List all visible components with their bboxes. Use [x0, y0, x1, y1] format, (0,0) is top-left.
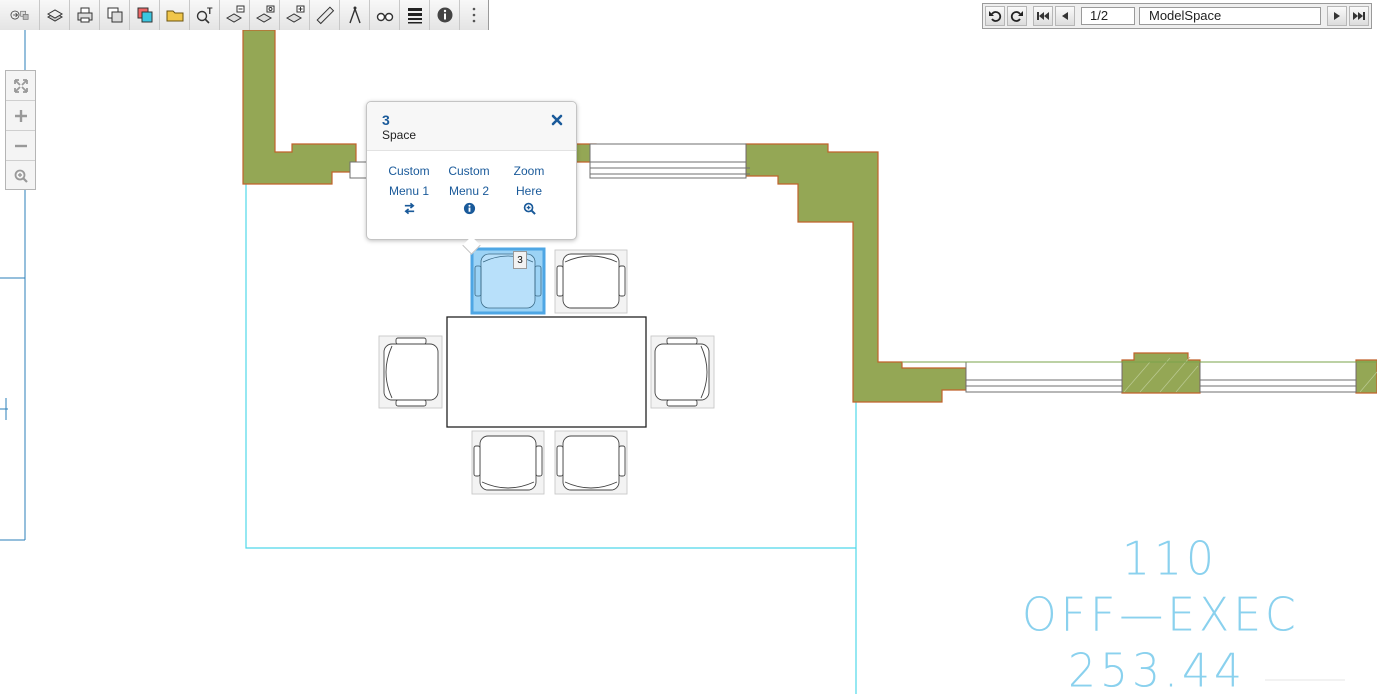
- popup-menu: Custom Menu 1 Custom Menu 2 Zoom Here: [379, 161, 559, 215]
- custom-menu-1-button[interactable]: Custom Menu 1: [379, 161, 439, 215]
- svg-text:T: T: [207, 6, 213, 16]
- first-page-icon[interactable]: [1033, 6, 1053, 26]
- compass-icon[interactable]: [340, 0, 370, 30]
- copy-window-icon[interactable]: [100, 0, 130, 30]
- layer-add-icon[interactable]: [280, 0, 310, 30]
- space-popup: 3 Space Custom Menu 1 Custom Menu 2 Zoom…: [366, 101, 577, 255]
- redo-icon[interactable]: [1007, 6, 1027, 26]
- print-icon[interactable]: [70, 0, 100, 30]
- more-icon[interactable]: [460, 0, 488, 30]
- custom-menu-2-line2: Menu 2: [448, 184, 490, 198]
- zoom-window-icon[interactable]: [6, 161, 35, 191]
- space-select[interactable]: ModelSpace: [1139, 7, 1321, 25]
- zoom-here-button[interactable]: Zoom Here: [499, 161, 559, 215]
- page-number-field[interactable]: 1/2: [1081, 7, 1135, 25]
- lineweight-icon[interactable]: [400, 0, 430, 30]
- zoom-out-icon[interactable]: [6, 131, 35, 161]
- info-circle-icon: [463, 202, 475, 215]
- navigation-toolbar: 1/2 ModelSpace: [982, 3, 1372, 29]
- zoom-extents-icon[interactable]: [6, 71, 35, 101]
- custom-menu-2-button[interactable]: Custom Menu 2: [439, 161, 499, 215]
- custom-menu-1-line2: Menu 1: [388, 184, 430, 198]
- zoom-in-icon[interactable]: [6, 101, 35, 131]
- undo-icon[interactable]: [985, 6, 1005, 26]
- info-icon[interactable]: [430, 0, 460, 30]
- layer-remove-icon[interactable]: [220, 0, 250, 30]
- swap-icon: [403, 202, 415, 215]
- measure-icon[interactable]: [310, 0, 340, 30]
- binoculars-icon[interactable]: [370, 0, 400, 30]
- main-toolbar: T: [0, 0, 489, 30]
- chair-tooltip: 3: [513, 251, 527, 269]
- zoom-here-line2: Here: [515, 184, 542, 198]
- room-number: 110: [1122, 532, 1218, 587]
- popup-space-number: 3: [382, 112, 390, 128]
- popup-subtitle: Space: [382, 128, 417, 142]
- layers-icon[interactable]: [40, 0, 70, 30]
- custom-menu-2-line1: Custom: [448, 164, 490, 178]
- zoom-panel: [5, 70, 36, 190]
- last-page-icon[interactable]: [1349, 6, 1369, 26]
- next-page-icon[interactable]: [1327, 6, 1347, 26]
- navigate-back-icon[interactable]: [0, 0, 40, 30]
- conference-table[interactable]: [446, 316, 647, 428]
- close-icon[interactable]: [551, 114, 563, 126]
- open-folder-icon[interactable]: [160, 0, 190, 30]
- zoom-here-line1: Zoom: [513, 164, 545, 178]
- previous-page-icon[interactable]: [1055, 6, 1075, 26]
- color-window-icon[interactable]: [130, 0, 160, 30]
- room-area: 253.44: [1068, 644, 1246, 698]
- room-boundary: [245, 184, 857, 694]
- custom-menu-1-line1: Custom: [388, 164, 430, 178]
- room-name: OFF—EXEC: [1022, 588, 1300, 643]
- zoom-plus-icon: [523, 202, 536, 215]
- find-text-icon[interactable]: T: [190, 0, 220, 30]
- chair-selected[interactable]: [470, 247, 546, 315]
- layer-swap-icon[interactable]: [250, 0, 280, 30]
- popup-header: 3 Space: [367, 102, 576, 151]
